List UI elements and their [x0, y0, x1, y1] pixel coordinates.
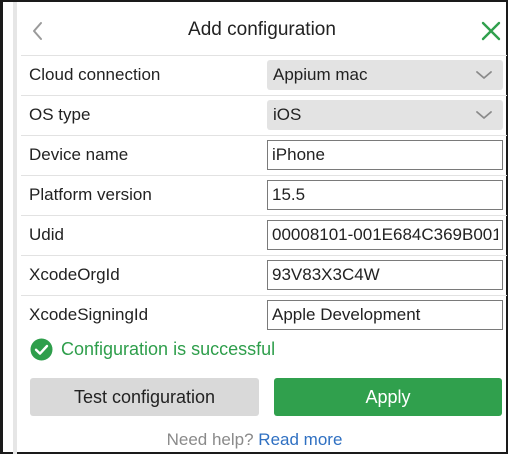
device-name-input[interactable]: [267, 140, 503, 170]
read-more-link[interactable]: Read more: [258, 430, 342, 449]
apply-button[interactable]: Apply: [274, 378, 502, 416]
xcode-signing-id-label: XcodeSigningId: [29, 305, 149, 324]
row-os-type: OS type iOS: [21, 96, 507, 136]
os-type-value: iOS: [273, 105, 302, 124]
dialog-header: Add configuration: [17, 10, 507, 52]
help-row: Need help? Read more: [3, 430, 506, 450]
udid-input[interactable]: [267, 220, 503, 250]
platform-version-input[interactable]: [267, 180, 503, 210]
row-cloud-connection: Cloud connection Appium mac: [21, 55, 507, 96]
udid-label: Udid: [29, 225, 64, 244]
help-text: Need help?: [166, 430, 254, 449]
row-xcode-org-id: XcodeOrgId: [21, 256, 507, 296]
os-type-select[interactable]: iOS: [267, 100, 503, 130]
row-device-name: Device name: [21, 136, 507, 176]
status-text: Configuration is successful: [61, 339, 276, 359]
chevron-down-icon: [476, 111, 492, 119]
cloud-connection-value: Appium mac: [273, 65, 368, 84]
panel-edge: [13, 2, 17, 454]
dialog-title: Add configuration: [188, 19, 336, 40]
cloud-connection-select[interactable]: Appium mac: [267, 60, 503, 90]
cloud-connection-label: Cloud connection: [29, 65, 161, 84]
row-platform-version: Platform version: [21, 176, 507, 216]
close-button[interactable]: [479, 19, 503, 43]
os-type-label: OS type: [29, 105, 91, 124]
config-form: Cloud connection Appium mac OS type iOS …: [21, 55, 507, 335]
close-x-icon: [481, 21, 501, 41]
xcode-signing-id-input[interactable]: [267, 300, 503, 330]
chevron-down-icon: [476, 71, 492, 79]
dialog-frame: Add configuration Cloud connection Appiu…: [0, 0, 508, 454]
row-xcode-signing-id: XcodeSigningId: [21, 296, 507, 335]
row-udid: Udid: [21, 216, 507, 256]
platform-version-label: Platform version: [29, 185, 152, 204]
xcode-org-id-input[interactable]: [267, 260, 503, 290]
device-name-label: Device name: [29, 145, 129, 164]
check-circle-icon: [30, 338, 53, 361]
test-configuration-button[interactable]: Test configuration: [30, 378, 259, 416]
xcode-org-id-label: XcodeOrgId: [29, 265, 120, 284]
